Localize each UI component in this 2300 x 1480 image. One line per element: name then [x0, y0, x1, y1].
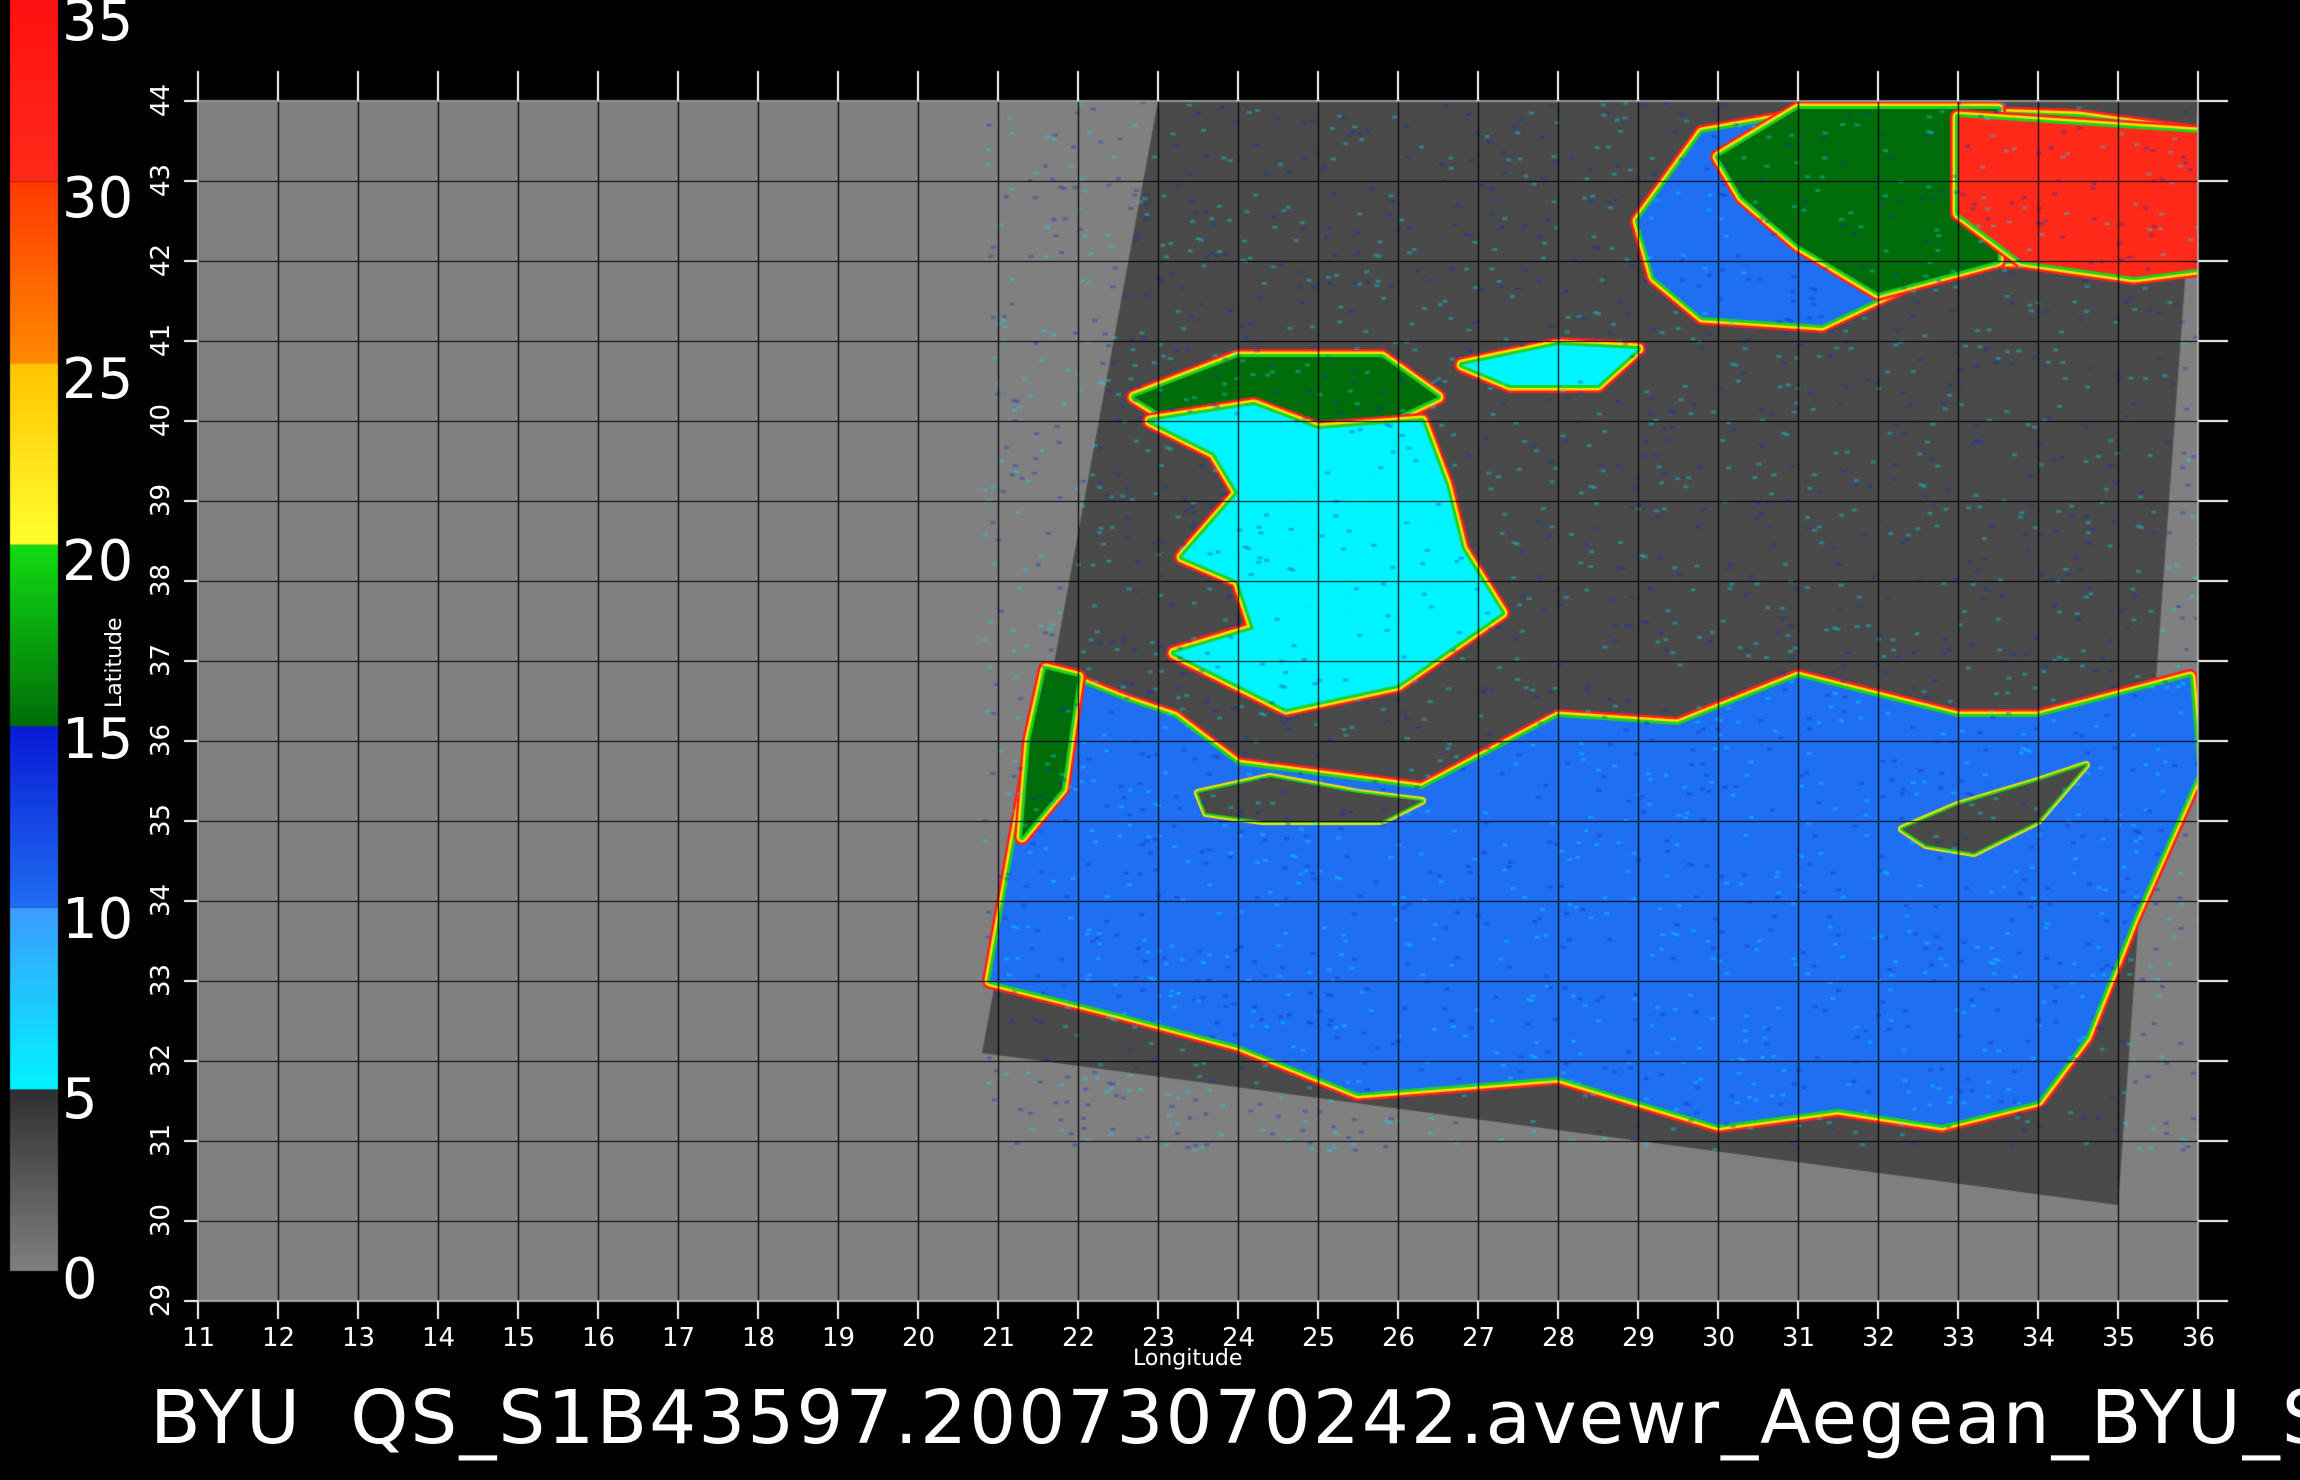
x-tick-label: 18	[742, 1323, 776, 1353]
y-tick-label: 32	[146, 1043, 176, 1077]
colorbar-label-30: 30	[62, 166, 134, 231]
y-tick-label: 44	[146, 83, 176, 117]
x-tick-label: 12	[262, 1323, 296, 1353]
wind-speed-map	[0, 0, 2300, 1480]
x-tick-label: 13	[342, 1323, 376, 1353]
y-tick-label: 40	[146, 403, 176, 437]
colorbar-label-20: 20	[62, 529, 134, 594]
x-tick-label: 17	[662, 1323, 696, 1353]
colorbar-label-5: 5	[62, 1067, 98, 1132]
y-tick-label: 29	[146, 1283, 176, 1317]
y-tick-label: 38	[146, 563, 176, 597]
y-tick-label: 34	[146, 883, 176, 917]
caption-source: BYU	[150, 1375, 303, 1461]
x-tick-label: 29	[1622, 1323, 1656, 1353]
x-tick-label: 36	[2182, 1323, 2216, 1353]
x-tick-label: 22	[1062, 1323, 1096, 1353]
x-tick-label: 30	[1702, 1323, 1736, 1353]
colorbar-label-35: 35	[62, 0, 134, 54]
colorbar-label-25: 25	[62, 347, 134, 412]
y-tick-label: 33	[146, 963, 176, 997]
file-caption: BYU QS_S1B43597.20073070242.avewr_Aegean_…	[150, 1368, 2300, 1468]
x-tick-label: 19	[822, 1323, 856, 1353]
y-tick-label: 30	[146, 1203, 176, 1237]
x-tick-label: 20	[902, 1323, 936, 1353]
x-tick-label: 11	[182, 1323, 216, 1353]
x-tick-label: 26	[1382, 1323, 1416, 1353]
y-tick-label: 42	[146, 243, 176, 277]
x-tick-label: 31	[1782, 1323, 1816, 1353]
x-tick-label: 21	[982, 1323, 1016, 1353]
y-tick-label: 39	[146, 483, 176, 517]
colorbar-label-0: 0	[62, 1247, 98, 1312]
x-tick-label: 35	[2102, 1323, 2136, 1353]
x-tick-label: 14	[422, 1323, 456, 1353]
y-tick-label: 35	[146, 803, 176, 837]
x-tick-label: 28	[1542, 1323, 1576, 1353]
colorbar-label-10: 10	[62, 887, 134, 952]
x-tick-label: 32	[1862, 1323, 1896, 1353]
y-tick-label: 37	[146, 643, 176, 677]
colorbar-label-15: 15	[62, 707, 134, 772]
y-tick-label: 43	[146, 163, 176, 197]
y-tick-label: 31	[146, 1123, 176, 1157]
x-tick-label: 16	[582, 1323, 616, 1353]
y-tick-label: 41	[146, 323, 176, 357]
y-tick-label: 36	[146, 723, 176, 757]
x-tick-label: 15	[502, 1323, 536, 1353]
x-tick-label: 33	[1942, 1323, 1976, 1353]
caption-filename: QS_S1B43597.20073070242.avewr_Aegean_BYU…	[350, 1375, 2300, 1461]
x-tick-label: 34	[2022, 1323, 2056, 1353]
x-tick-label: 25	[1302, 1323, 1336, 1353]
x-tick-label: 27	[1462, 1323, 1496, 1353]
y-axis-title: Latitude	[102, 617, 127, 708]
